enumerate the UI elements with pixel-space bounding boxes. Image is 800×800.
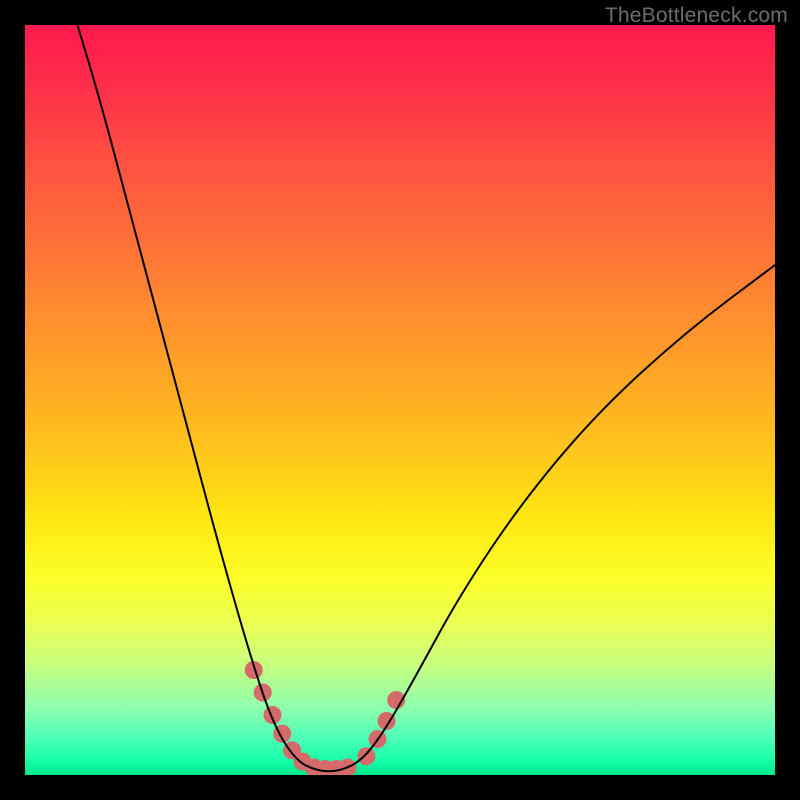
chart-plot-area: [25, 25, 775, 775]
chart-svg-layer: [25, 25, 775, 775]
bottleneck-curve: [78, 25, 776, 771]
highlight-dot: [357, 747, 375, 765]
highlight-dot: [264, 706, 282, 724]
watermark-text: TheBottleneck.com: [605, 4, 788, 28]
highlight-dots: [245, 661, 406, 775]
chart-frame: TheBottleneck.com: [0, 0, 800, 800]
